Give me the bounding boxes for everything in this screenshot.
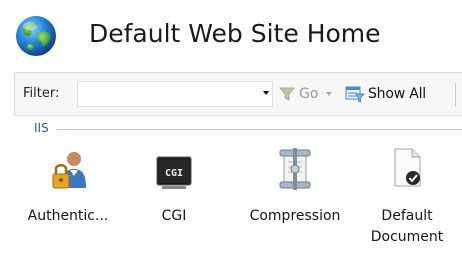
go-button[interactable]: Go — [279, 83, 333, 105]
svg-text:CGI: CGI — [165, 168, 183, 179]
page-title: Default Web Site Home — [89, 19, 381, 48]
feature-authentication[interactable]: Authentic... — [18, 150, 118, 260]
filter-label: Filter: — [23, 86, 60, 101]
cgi-icon: CGI — [156, 156, 192, 189]
feature-label: Compression — [249, 208, 341, 224]
show-all-label: Show All — [368, 86, 426, 102]
go-dropdown-arrow-icon[interactable] — [326, 92, 333, 96]
feature-label-line1: Default — [381, 208, 433, 224]
filter-input[interactable] — [78, 82, 254, 106]
default-document-icon — [394, 148, 421, 187]
toolbar-separator — [455, 83, 456, 107]
left-margin — [0, 116, 14, 268]
go-label: Go — [299, 86, 319, 102]
feature-label: CGI — [161, 208, 187, 224]
show-all-icon — [345, 86, 365, 103]
funnel-icon — [279, 87, 295, 101]
group-header-iis[interactable]: IIS — [28, 121, 462, 137]
user-lock-icon — [52, 152, 86, 189]
chevron-down-icon[interactable] — [263, 91, 269, 95]
group-divider — [56, 129, 462, 130]
filter-toolbar: Filter: Go Show All — [14, 72, 462, 116]
feature-compression[interactable]: Compression — [238, 148, 352, 260]
feature-label: Authentic... — [27, 208, 109, 224]
feature-label-line2: Document — [370, 229, 444, 245]
filter-combobox[interactable] — [77, 81, 273, 107]
feature-cgi[interactable]: CGI CGI — [124, 150, 224, 260]
globe-icon — [16, 16, 56, 56]
compression-icon — [279, 148, 311, 190]
group-label: IIS — [34, 121, 49, 135]
show-all-button[interactable]: Show All — [345, 82, 426, 106]
feature-default-document[interactable]: Default Document — [352, 148, 462, 266]
page-header: Default Web Site Home — [0, 0, 462, 72]
